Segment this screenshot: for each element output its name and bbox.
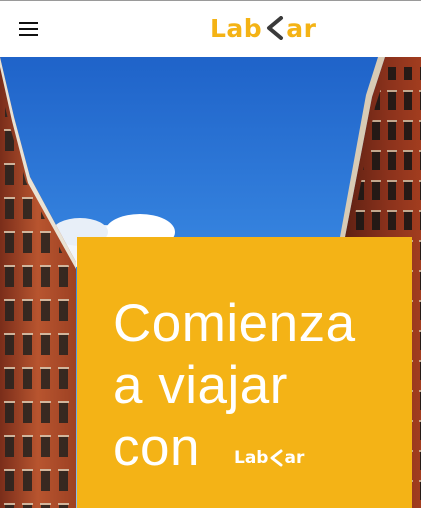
brand-logo[interactable]: Lab ar	[210, 13, 316, 43]
logo-text-suffix: ar	[286, 13, 317, 43]
chevron-left-icon	[267, 16, 284, 40]
promo-card: Comienza a viajar con Lab ar	[77, 237, 412, 508]
hamburger-menu-icon[interactable]	[19, 20, 39, 36]
hero-section: Comienza a viajar con Lab ar	[0, 57, 421, 508]
landing-page: Lab ar Comienza a viajar con Lab ar	[0, 0, 421, 508]
chevron-left-icon	[270, 449, 283, 467]
card-logo-text-suffix: ar	[284, 448, 305, 468]
headline-line-2: a viajar	[113, 356, 288, 415]
card-brand-logo: Lab ar	[234, 448, 304, 468]
card-logo-text-prefix: Lab	[234, 448, 269, 468]
logo-text-prefix: Lab	[210, 13, 263, 43]
top-app-bar: Lab ar	[0, 0, 421, 57]
headline-line-1: Comienza	[113, 294, 356, 353]
